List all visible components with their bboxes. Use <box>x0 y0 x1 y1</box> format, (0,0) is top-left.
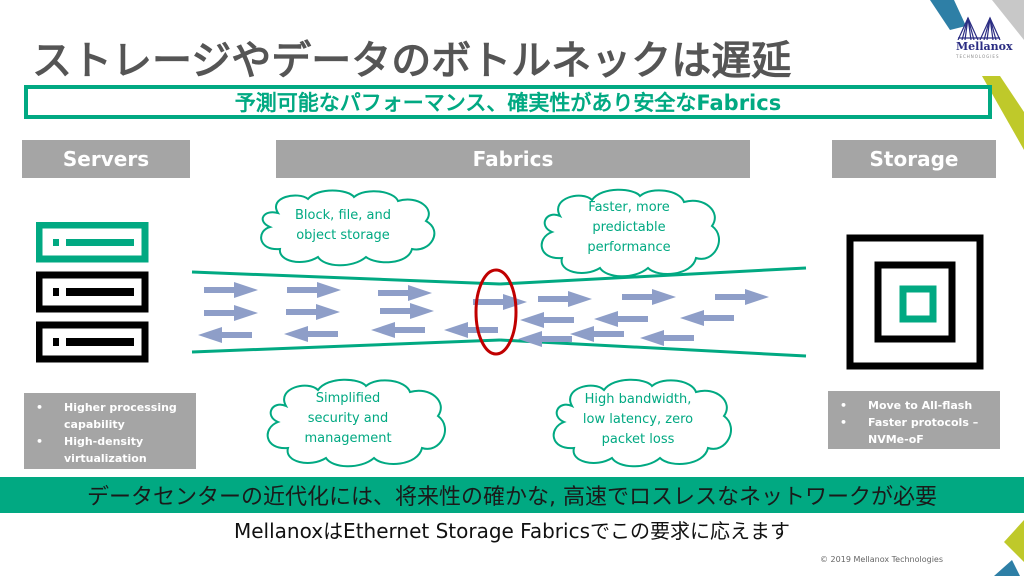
storage-header: Storage <box>832 140 996 178</box>
arrow-left-icon <box>640 330 694 346</box>
cloud-high-bandwidth: High bandwidth, low latency, zero packet… <box>582 392 694 447</box>
arrow-left-icon <box>570 326 624 342</box>
pipe-bottom-edge <box>499 338 807 358</box>
tagline: MellanoxはEthernet Storage Fabricsでこの要求に応… <box>234 519 790 543</box>
logo-subtitle: TECHNOLOGIES <box>956 54 1000 59</box>
servers-bullets: Higher processing capability High-densit… <box>24 393 196 469</box>
pipe-bottom-edge <box>191 338 501 354</box>
arrow-left-icon <box>198 327 252 343</box>
server-rack-icon <box>36 222 149 363</box>
cloud-simplified-security: Simplified security and management <box>304 391 392 446</box>
conclusion-banner: データセンターの近代化には、将来性の確かな, 高速でロスレスなネットワークが必要 <box>0 477 1024 513</box>
cloud-block-file-object: Block, file, and object storage <box>295 208 391 243</box>
arrow-right-icon <box>287 282 341 298</box>
arrow-left-icon <box>444 322 498 338</box>
arrow-right-icon <box>286 304 340 320</box>
arrow-right-icon <box>204 305 258 321</box>
server-unit <box>36 321 149 363</box>
arrow-left-icon <box>284 326 338 342</box>
subtitle-box: 予測可能なパフォーマンス、確実性があり安全なFabrics <box>24 85 992 119</box>
server-unit-green <box>36 222 149 263</box>
mellanox-logo-icon <box>957 16 1001 40</box>
arrow-right-icon <box>378 285 432 301</box>
server-unit <box>36 271 149 313</box>
arrow-right-icon <box>715 289 769 305</box>
servers-header: Servers <box>22 140 190 178</box>
arrow-right-icon <box>380 303 434 319</box>
slide-title: ストレージやデータのボトルネックは遅延 <box>32 38 792 84</box>
arrow-right-icon <box>204 282 258 298</box>
servers-bullet-item: Higher processing capability <box>32 399 188 433</box>
pipe-top-edge <box>191 270 501 286</box>
arrow-left-icon <box>371 322 425 338</box>
arrow-right-icon <box>622 289 676 305</box>
arrow-left-icon <box>520 312 574 328</box>
arrow-left-icon <box>594 311 648 327</box>
conclusion-banner-text: データセンターの近代化には、将来性の確かな, 高速でロスレスなネットワークが必要 <box>87 485 937 510</box>
arrow-right-icon <box>473 294 527 310</box>
storage-bullet-item: Faster protocols – NVMe-oF <box>836 414 992 448</box>
arrow-left-icon <box>680 310 734 326</box>
storage-bullets: Move to All-flash Faster protocols – NVM… <box>828 391 1000 449</box>
arrow-right-icon <box>538 291 592 307</box>
deco-blue-stripe-bottom <box>994 560 1020 576</box>
subtitle-text: 予測可能なパフォーマンス、確実性があり安全なFabrics <box>234 91 782 115</box>
copyright-notice: © 2019 Mellanox Technologies <box>820 555 944 564</box>
cloud-faster-performance: Faster, more predictable performance <box>587 200 671 255</box>
fabrics-header: Fabrics <box>276 140 750 178</box>
storage-bullet-item: Move to All-flash <box>836 397 992 414</box>
storage-icon <box>846 234 984 370</box>
servers-bullet-item: High-density virtualization <box>32 433 188 467</box>
logo-wordmark: Mellanox <box>956 40 1013 53</box>
